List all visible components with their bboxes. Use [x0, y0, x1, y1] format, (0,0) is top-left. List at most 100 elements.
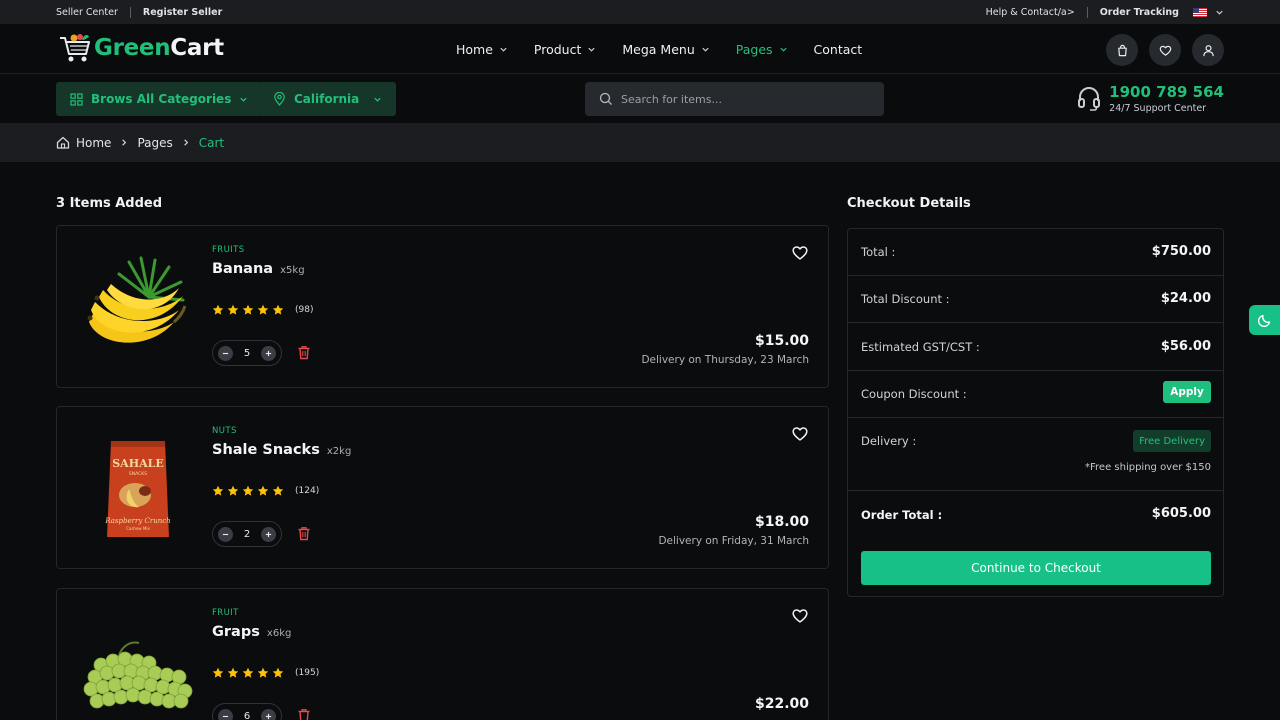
gst-label: Estimated GST/CST : — [861, 340, 980, 354]
summary-row-order-total: Order Total : $605.00 — [848, 491, 1223, 538]
help-contact-link[interactable]: Help & Contact/a> — [986, 7, 1075, 18]
support-info: 1900 789 564 24/7 Support Center — [1077, 83, 1224, 114]
grid-icon — [70, 92, 83, 106]
decrease-qty-button[interactable] — [218, 345, 233, 361]
shopping-bag-icon — [1117, 44, 1127, 56]
theme-toggle-button[interactable] — [1249, 305, 1280, 335]
support-phone[interactable]: 1900 789 564 — [1109, 83, 1224, 101]
support-label: 24/7 Support Center — [1109, 103, 1207, 114]
heart-icon[interactable] — [791, 244, 809, 261]
coupon-label: Coupon Discount : — [861, 387, 967, 401]
trash-icon[interactable] — [297, 708, 311, 720]
quantity-stepper: 6 — [212, 703, 282, 720]
headset-icon — [1078, 86, 1101, 111]
decrease-qty-button[interactable] — [218, 526, 233, 542]
item-category: NUTS — [212, 426, 237, 436]
chevron-right-icon — [183, 139, 188, 146]
decrease-qty-button[interactable] — [218, 708, 233, 720]
gst-value: $56.00 — [1160, 339, 1211, 354]
apply-coupon-button[interactable]: Apply — [1163, 381, 1211, 403]
shopping-cart-logo-icon — [60, 34, 90, 62]
nav-item-mega-menu[interactable]: Mega Menu — [622, 42, 709, 57]
order-tracking-link[interactable]: Order Tracking — [1100, 7, 1179, 18]
language-selector[interactable] — [1193, 7, 1224, 17]
total-label: Total : — [861, 245, 896, 259]
brand-name-green: Green — [94, 35, 171, 61]
divider — [129, 6, 131, 18]
cart-button[interactable] — [1106, 34, 1138, 66]
location-selector[interactable]: California — [259, 82, 397, 116]
chevron-down-icon — [588, 47, 596, 52]
breadcrumb-home[interactable]: Home — [76, 136, 111, 150]
main-header: GreenCart Home Product Mega Menu Pages C… — [0, 24, 1280, 74]
svg-text:SAHALE: SAHALE — [112, 457, 164, 470]
discount-label: Total Discount : — [861, 292, 950, 306]
free-shipping-note: *Free shipping over $150 — [1085, 462, 1211, 473]
trash-icon[interactable] — [297, 345, 311, 360]
item-weight: x5kg — [280, 265, 305, 276]
star-icon — [212, 304, 224, 315]
star-icon — [212, 667, 224, 678]
item-name[interactable]: Graps x6kg — [212, 624, 291, 640]
us-flag-icon — [1193, 7, 1207, 17]
search-box — [585, 82, 884, 116]
quantity-value[interactable]: 2 — [244, 529, 250, 540]
item-price: $22.00 — [754, 696, 809, 712]
rating-count: (195) — [295, 668, 320, 678]
grapes-product-image — [83, 641, 193, 709]
cart-item: SAHALE SNACKS Raspberry Crunch Cashew Mi… — [56, 406, 829, 569]
account-button[interactable] — [1192, 34, 1224, 66]
user-icon — [1202, 44, 1214, 56]
nav-item-home[interactable]: Home — [456, 42, 508, 57]
star-icon — [272, 304, 284, 315]
increase-qty-button[interactable] — [261, 708, 276, 720]
item-name[interactable]: Shale Snacks x2kg — [212, 442, 351, 458]
increase-qty-button[interactable] — [261, 526, 276, 542]
plus-icon — [265, 350, 272, 356]
brand-logo[interactable]: GreenCart — [58, 32, 224, 64]
minus-icon — [222, 352, 229, 354]
heart-icon[interactable] — [791, 425, 809, 442]
rating-count: (98) — [295, 305, 314, 315]
location-label: California — [294, 92, 360, 106]
chevron-right-icon — [122, 139, 127, 146]
heart-icon[interactable] — [791, 607, 809, 624]
banana-product-image — [87, 256, 187, 343]
search-input[interactable] — [621, 92, 861, 106]
item-rating: (98) — [212, 304, 313, 316]
seller-center-link[interactable]: Seller Center — [56, 7, 118, 18]
star-icon — [242, 667, 254, 678]
summary-row-gst: Estimated GST/CST : $56.00 — [848, 323, 1223, 371]
browse-categories-button[interactable]: Brows All Categories — [56, 82, 263, 116]
nav-item-pages[interactable]: Pages — [736, 42, 788, 57]
item-name[interactable]: Banana x5kg — [212, 261, 305, 277]
category-search-bar: Brows All Categories California 1900 789… — [0, 75, 1280, 123]
total-value: $750.00 — [1151, 244, 1211, 259]
rating-count: (124) — [295, 486, 320, 496]
main-nav: Home Product Mega Menu Pages Contact — [456, 24, 888, 74]
increase-qty-button[interactable] — [261, 345, 276, 361]
continue-checkout-button[interactable]: Continue to Checkout — [861, 551, 1211, 585]
wishlist-button[interactable] — [1149, 34, 1181, 66]
star-icon — [212, 485, 224, 496]
map-pin-icon — [274, 92, 285, 106]
quantity-value[interactable]: 5 — [244, 348, 250, 359]
nav-item-product[interactable]: Product — [534, 42, 596, 57]
svg-text:SNACKS: SNACKS — [129, 471, 147, 477]
nav-item-contact[interactable]: Contact — [814, 42, 863, 57]
summary-row-total: Total : $750.00 — [848, 229, 1223, 276]
minus-icon — [222, 715, 229, 717]
breadcrumb-current: Cart — [198, 135, 225, 150]
star-icon — [242, 304, 254, 315]
item-category: FRUIT — [212, 608, 239, 618]
trash-icon[interactable] — [297, 526, 311, 541]
checkout-title: Checkout Details — [847, 196, 971, 211]
quantity-value[interactable]: 6 — [244, 711, 250, 720]
chevron-down-icon — [374, 97, 381, 102]
item-category: FRUITS — [212, 245, 245, 255]
free-delivery-badge: Free Delivery — [1133, 430, 1211, 452]
register-seller-link[interactable]: Register Seller — [143, 7, 222, 18]
chevron-down-icon — [1216, 10, 1223, 15]
breadcrumb-pages[interactable]: Pages — [137, 136, 172, 150]
browse-categories-label: Brows All Categories — [91, 92, 232, 106]
